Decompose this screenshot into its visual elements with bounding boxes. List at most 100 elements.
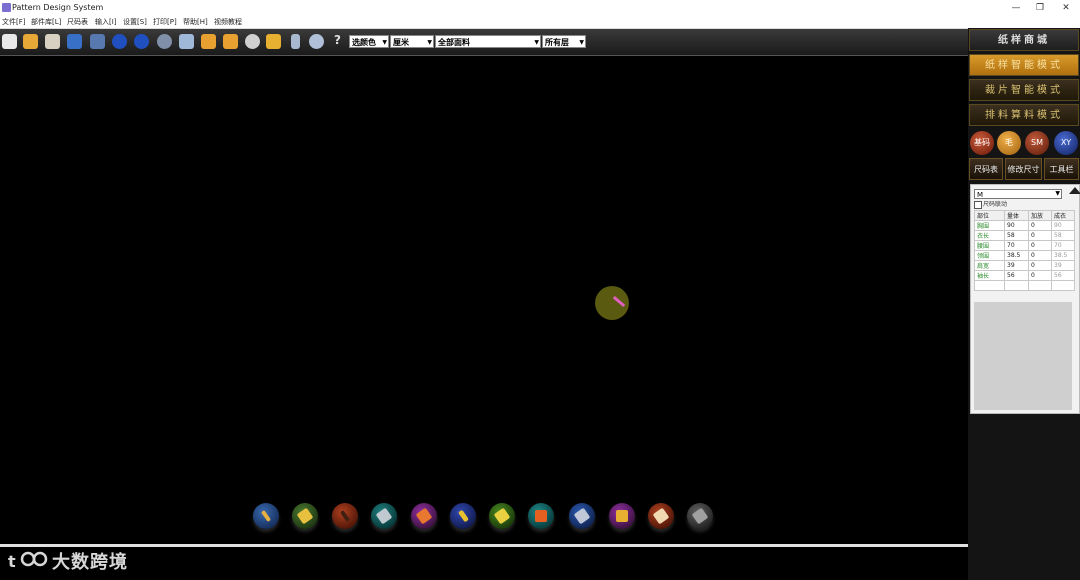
table-row[interactable]: 衣长 58 0 58 [974,230,1075,241]
ease-cell[interactable]: 0 [1028,230,1052,241]
xy-button[interactable]: XY [1054,131,1078,155]
size-table-button[interactable]: 尺码表 [969,158,1003,180]
app-icon [2,3,11,12]
brush-tool-icon[interactable] [450,503,476,529]
table-row[interactable]: 胸围 90 0 90 [974,220,1075,231]
pen-tool-icon[interactable] [253,503,279,529]
undo-icon[interactable] [112,34,127,49]
zoom-icon[interactable] [157,34,172,49]
size-select[interactable]: M ▼ [974,189,1062,199]
hammer-tool-icon[interactable] [569,503,595,529]
save-as-icon[interactable] [90,34,105,49]
settings-wheel-icon[interactable] [309,34,324,49]
table-row[interactable]: 腰围 70 0 70 [974,240,1075,251]
ruler-icon[interactable] [291,34,300,49]
part-cell: 袖长 [974,270,1005,281]
curve-tool-icon[interactable] [489,503,515,529]
part-cell: 衣长 [974,230,1005,241]
sewing-machine-tool-icon[interactable] [528,503,554,529]
finished-cell: 90 [1051,220,1075,231]
new-file-icon[interactable] [2,34,17,49]
ease-cell[interactable]: 0 [1028,220,1052,231]
pattern-piece-tool-icon[interactable] [411,503,437,529]
body-cell[interactable]: 58 [1004,230,1029,241]
modify-size-button[interactable]: 修改尺寸 [1005,158,1042,180]
ease-cell[interactable]: 0 [1028,250,1052,261]
tape-tool-icon[interactable] [648,503,674,529]
canvas-bottom-border [0,544,968,547]
ease-cell[interactable]: 0 [1028,270,1052,281]
body-cell[interactable]: 90 [1004,220,1029,231]
fabric-select[interactable]: 全部面料 ▼ [435,35,541,48]
restore-button[interactable]: ❐ [1026,0,1054,16]
menu-help[interactable]: 帮助[H] [183,16,208,28]
title-bar: Pattern Design System — ❐ ✕ [0,0,1080,16]
header-part: 部位 [974,210,1005,221]
menu-size-table[interactable]: 尺码表 [67,16,88,28]
finished-cell: 70 [1051,240,1075,251]
window-title: Pattern Design System [12,3,104,12]
save-icon[interactable] [67,34,82,49]
layer-select[interactable]: 所有层 ▼ [542,35,586,48]
menu-settings[interactable]: 设置[S] [123,16,147,28]
header-body: 量体 [1004,210,1029,221]
select-arrow-icon[interactable] [201,34,216,49]
empty-cell[interactable] [1028,280,1052,291]
pattern-smart-mode-button[interactable]: 纸样智能模式 [969,54,1079,76]
size-link-label: 尺码联动 [983,201,1008,208]
measure-icon[interactable] [179,34,194,49]
menu-file[interactable]: 文件[F] [2,16,26,28]
watermark-logo-icon: t [8,551,48,571]
open-folder-icon[interactable] [23,34,38,49]
book-tool-icon[interactable] [609,503,635,529]
notch-icon[interactable] [245,34,260,49]
menu-bar: 文件[F] 部件库[L] 尺码表 输入[I] 设置[S] 打印[P] 帮助[H]… [0,16,1080,29]
help-icon[interactable]: ? [334,33,341,47]
color-select[interactable]: 选颜色 ▼ [349,35,389,48]
cut-piece-smart-mode-button[interactable]: 裁片智能模式 [969,79,1079,101]
text-icon[interactable] [266,34,281,49]
size-table: 部位 量体 加放 成衣 胸围 90 0 90 衣长 58 0 58 腰围 70 … [974,210,1075,291]
table-row[interactable]: 肩宽 39 0 39 [974,260,1075,271]
toolbar-button[interactable]: 工具栏 [1044,158,1079,180]
empty-cell [974,280,1005,291]
table-row[interactable]: 袖长 56 0 56 [974,270,1075,281]
menu-video-tutorial[interactable]: 视频教程 [214,16,242,28]
menu-parts-library[interactable]: 部件库[L] [31,16,61,28]
mallet-tool-icon[interactable] [687,503,713,529]
close-button[interactable]: ✕ [1052,0,1080,16]
body-cell[interactable]: 39 [1004,260,1029,271]
body-cell[interactable]: 70 [1004,240,1029,251]
empty-cell[interactable] [1004,280,1029,291]
part-cell: 领围 [974,250,1005,261]
marker-calc-mode-button[interactable]: 排料算料模式 [969,104,1079,126]
compass-tool-icon[interactable] [332,503,358,529]
collapse-arrow-icon[interactable] [1069,187,1080,194]
menu-input[interactable]: 输入[I] [95,16,117,28]
base-size-button[interactable]: 基码 [970,131,994,155]
seam-allowance-button[interactable]: 毛 [997,131,1021,155]
ruler-tool-icon[interactable] [292,503,318,529]
size-panel: M ▼ 尺码联动 部位 量体 加放 成衣 胸围 90 0 90 衣长 58 0 5… [970,184,1080,414]
table-header-row: 部位 量体 加放 成衣 [974,210,1075,221]
sm-button[interactable]: SM [1025,131,1049,155]
table-row[interactable]: 领围 38.5 0 38.5 [974,250,1075,261]
drawing-canvas[interactable] [0,56,968,544]
scissors-tool-icon[interactable] [371,503,397,529]
table-row-empty[interactable] [974,280,1075,291]
finished-cell: 56 [1051,270,1075,281]
ease-cell[interactable]: 0 [1028,240,1052,251]
part-cell: 胸围 [974,220,1005,231]
import-icon[interactable] [45,34,60,49]
body-cell[interactable]: 56 [1004,270,1029,281]
point-select-icon[interactable] [223,34,238,49]
menu-print[interactable]: 打印[P] [153,16,177,28]
pattern-shop-button[interactable]: 纸样商城 [969,29,1079,51]
unit-select[interactable]: 厘米 ▼ [390,35,434,48]
body-cell[interactable]: 38.5 [1004,250,1029,261]
part-cell: 腰围 [974,240,1005,251]
size-link-checkbox[interactable] [974,201,982,209]
ease-cell[interactable]: 0 [1028,260,1052,271]
part-cell: 肩宽 [974,260,1005,271]
redo-icon[interactable] [134,34,149,49]
